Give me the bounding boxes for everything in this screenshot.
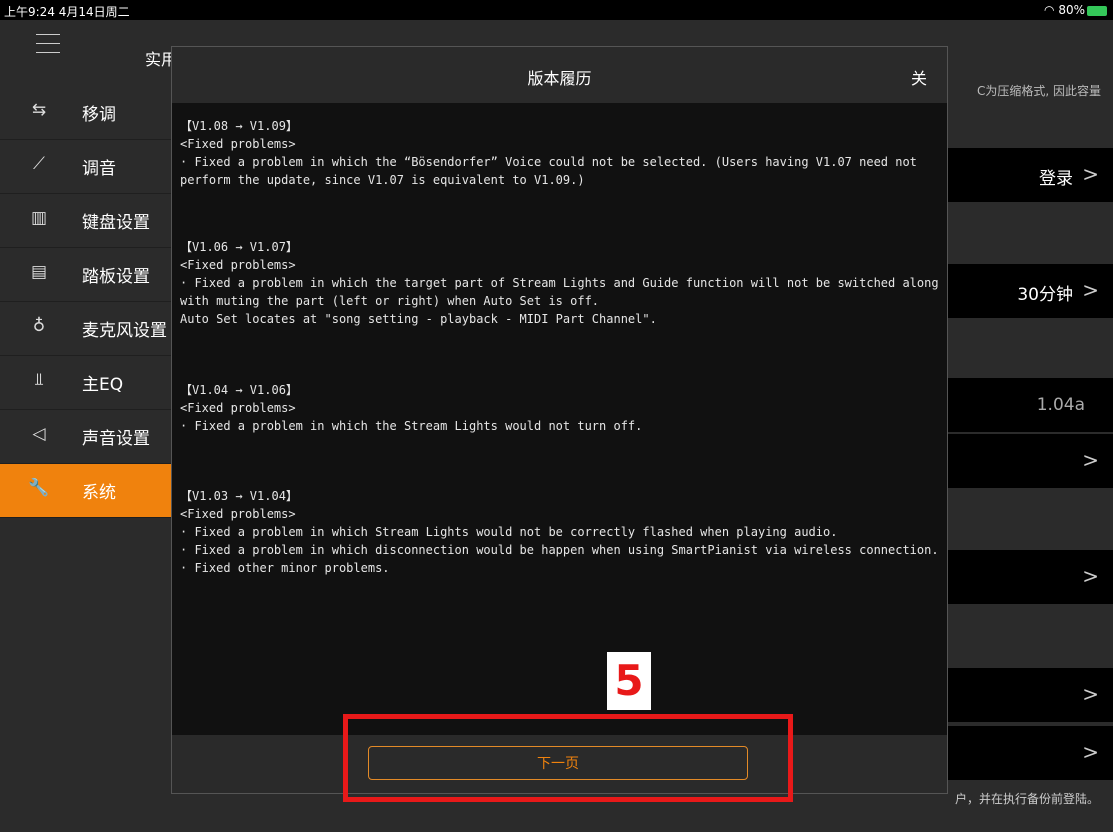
chevron-right-icon: >: [1082, 448, 1099, 472]
version-notes: · Fixed a problem in which the “Bösendor…: [180, 155, 925, 187]
timeout-value: 30分钟: [1017, 285, 1073, 305]
wifi-icon: ◠: [1044, 3, 1059, 17]
dialog-title: 版本履历: [527, 69, 592, 88]
keyboard-icon: ▥: [30, 208, 48, 228]
dialog-header: 版本履历 关: [172, 47, 947, 103]
highlight-box: [343, 714, 793, 802]
version-notes: · Fixed a problem in which the target pa…: [180, 276, 939, 326]
version-section: 【V1.06 → V1.07】 <Fixed problems> · Fixed…: [180, 238, 940, 328]
sidebar-item-label: 声音设置: [82, 429, 150, 449]
version-value: 1.04a: [1036, 395, 1085, 415]
backup-note: 户，并在执行备份前登陆。: [954, 792, 1099, 806]
sidebar-item-label: 系统: [82, 483, 116, 503]
version-subheader: <Fixed problems>: [180, 137, 296, 151]
version-notes: · Fixed a problem in which the Stream Li…: [180, 419, 643, 433]
login-label: 登录: [1039, 169, 1073, 189]
wrench-icon: 🔧: [28, 478, 50, 498]
status-bar: 上午9:24 4月14日周二 ◠ 80%: [0, 0, 1113, 20]
chevron-right-icon: >: [1082, 162, 1099, 186]
status-battery: ◠ 80%: [1044, 3, 1107, 17]
version-subheader: <Fixed problems>: [180, 258, 296, 272]
tuning-icon: ⟋: [33, 154, 45, 174]
version-notes: · Fixed a problem in which Stream Lights…: [180, 525, 939, 575]
version-section: 【V1.04 → V1.06】 <Fixed problems> · Fixed…: [180, 381, 940, 435]
step-badge: 5: [607, 652, 651, 710]
chevron-right-icon: >: [1082, 682, 1099, 706]
chevron-right-icon: >: [1082, 278, 1099, 302]
sidebar-item-label: 踏板设置: [82, 267, 150, 287]
version-history-dialog: 版本履历 关 【V1.08 → V1.09】 <Fixed problems> …: [171, 46, 948, 794]
version-header: 【V1.03 → V1.04】: [180, 489, 298, 503]
sidebar-item-label: 键盘设置: [82, 213, 150, 233]
version-subheader: <Fixed problems>: [180, 507, 296, 521]
transpose-icon: ⇆: [31, 100, 47, 120]
version-header: 【V1.08 → V1.09】: [180, 119, 298, 133]
version-history-list[interactable]: 【V1.08 → V1.09】 <Fixed problems> · Fixed…: [172, 103, 947, 735]
version-header: 【V1.04 → V1.06】: [180, 383, 298, 397]
speaker-icon: ◁: [32, 424, 46, 444]
status-time: 上午9:24 4月14日周二: [4, 5, 130, 19]
battery-icon: [1087, 5, 1107, 16]
close-button[interactable]: 关: [911, 65, 927, 89]
sidebar-item-label: 移调: [82, 105, 116, 125]
storage-note: C为压缩格式, 因此容量: [976, 84, 1101, 98]
chevron-right-icon: >: [1082, 564, 1099, 588]
sidebar-item-label: 主EQ: [82, 375, 124, 395]
version-section: 【V1.08 → V1.09】 <Fixed problems> · Fixed…: [180, 117, 940, 189]
sidebar-item-label: 调音: [82, 159, 116, 179]
menu-icon[interactable]: [36, 34, 60, 61]
microphone-icon: ♁: [32, 316, 46, 336]
chevron-right-icon: >: [1082, 740, 1099, 764]
version-header: 【V1.06 → V1.07】: [180, 240, 298, 254]
pedal-icon: ▤: [30, 262, 48, 282]
version-section: 【V1.03 → V1.04】 <Fixed problems> · Fixed…: [180, 487, 940, 577]
sidebar-item-label: 麦克风设置: [82, 321, 167, 341]
eq-icon: ⫫: [34, 370, 44, 390]
version-subheader: <Fixed problems>: [180, 401, 296, 415]
